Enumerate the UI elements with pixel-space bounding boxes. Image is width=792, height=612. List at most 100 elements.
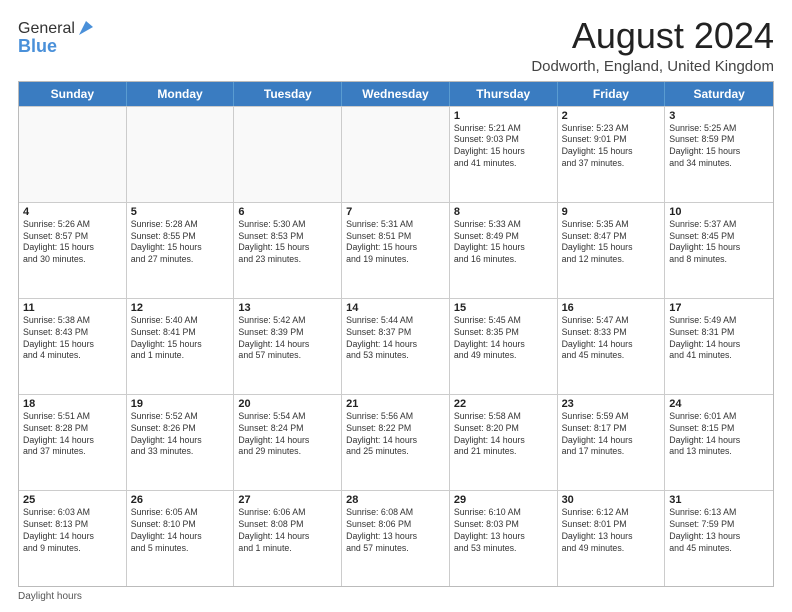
cell-sun-info: Sunrise: 5:38 AM Sunset: 8:43 PM Dayligh… — [23, 315, 122, 363]
day-number: 3 — [669, 110, 769, 122]
day-number: 28 — [346, 494, 445, 506]
cell-sun-info: Sunrise: 6:13 AM Sunset: 7:59 PM Dayligh… — [669, 507, 769, 555]
cell-sun-info: Sunrise: 5:52 AM Sunset: 8:26 PM Dayligh… — [131, 411, 230, 459]
calendar-row: 11Sunrise: 5:38 AM Sunset: 8:43 PM Dayli… — [19, 298, 773, 394]
day-number: 12 — [131, 302, 230, 314]
calendar-cell: 15Sunrise: 5:45 AM Sunset: 8:35 PM Dayli… — [450, 299, 558, 394]
calendar-cell: 26Sunrise: 6:05 AM Sunset: 8:10 PM Dayli… — [127, 491, 235, 586]
footer-note: Daylight hours — [18, 591, 774, 602]
calendar-cell: 28Sunrise: 6:08 AM Sunset: 8:06 PM Dayli… — [342, 491, 450, 586]
calendar-cell — [342, 107, 450, 202]
day-number: 14 — [346, 302, 445, 314]
calendar-cell: 21Sunrise: 5:56 AM Sunset: 8:22 PM Dayli… — [342, 395, 450, 490]
cell-sun-info: Sunrise: 5:33 AM Sunset: 8:49 PM Dayligh… — [454, 219, 553, 267]
calendar-cell: 13Sunrise: 5:42 AM Sunset: 8:39 PM Dayli… — [234, 299, 342, 394]
calendar-header-cell: Thursday — [450, 82, 558, 106]
cell-sun-info: Sunrise: 5:45 AM Sunset: 8:35 PM Dayligh… — [454, 315, 553, 363]
calendar-cell: 17Sunrise: 5:49 AM Sunset: 8:31 PM Dayli… — [665, 299, 773, 394]
calendar-cell: 31Sunrise: 6:13 AM Sunset: 7:59 PM Dayli… — [665, 491, 773, 586]
calendar-cell — [234, 107, 342, 202]
cell-sun-info: Sunrise: 6:12 AM Sunset: 8:01 PM Dayligh… — [562, 507, 661, 555]
calendar-cell: 14Sunrise: 5:44 AM Sunset: 8:37 PM Dayli… — [342, 299, 450, 394]
daylight-label: Daylight hours — [18, 591, 82, 602]
day-number: 17 — [669, 302, 769, 314]
cell-sun-info: Sunrise: 5:58 AM Sunset: 8:20 PM Dayligh… — [454, 411, 553, 459]
cell-sun-info: Sunrise: 5:26 AM Sunset: 8:57 PM Dayligh… — [23, 219, 122, 267]
calendar-cell: 7Sunrise: 5:31 AM Sunset: 8:51 PM Daylig… — [342, 203, 450, 298]
cell-sun-info: Sunrise: 5:44 AM Sunset: 8:37 PM Dayligh… — [346, 315, 445, 363]
cell-sun-info: Sunrise: 5:49 AM Sunset: 8:31 PM Dayligh… — [669, 315, 769, 363]
day-number: 21 — [346, 398, 445, 410]
calendar-header: SundayMondayTuesdayWednesdayThursdayFrid… — [19, 82, 773, 106]
day-number: 7 — [346, 206, 445, 218]
cell-sun-info: Sunrise: 5:30 AM Sunset: 8:53 PM Dayligh… — [238, 219, 337, 267]
day-number: 5 — [131, 206, 230, 218]
day-number: 20 — [238, 398, 337, 410]
calendar-cell: 25Sunrise: 6:03 AM Sunset: 8:13 PM Dayli… — [19, 491, 127, 586]
calendar-cell: 2Sunrise: 5:23 AM Sunset: 9:01 PM Daylig… — [558, 107, 666, 202]
day-number: 18 — [23, 398, 122, 410]
cell-sun-info: Sunrise: 6:10 AM Sunset: 8:03 PM Dayligh… — [454, 507, 553, 555]
day-number: 25 — [23, 494, 122, 506]
calendar-cell: 3Sunrise: 5:25 AM Sunset: 8:59 PM Daylig… — [665, 107, 773, 202]
calendar-cell: 18Sunrise: 5:51 AM Sunset: 8:28 PM Dayli… — [19, 395, 127, 490]
header: General Blue August 2024 Dodworth, Engla… — [18, 16, 774, 75]
title-block: August 2024 Dodworth, England, United Ki… — [531, 16, 774, 75]
calendar-header-cell: Friday — [558, 82, 666, 106]
calendar-cell: 6Sunrise: 5:30 AM Sunset: 8:53 PM Daylig… — [234, 203, 342, 298]
cell-sun-info: Sunrise: 6:03 AM Sunset: 8:13 PM Dayligh… — [23, 507, 122, 555]
calendar-cell: 16Sunrise: 5:47 AM Sunset: 8:33 PM Dayli… — [558, 299, 666, 394]
day-number: 9 — [562, 206, 661, 218]
cell-sun-info: Sunrise: 6:01 AM Sunset: 8:15 PM Dayligh… — [669, 411, 769, 459]
calendar-header-cell: Wednesday — [342, 82, 450, 106]
day-number: 1 — [454, 110, 553, 122]
day-number: 26 — [131, 494, 230, 506]
calendar-header-cell: Sunday — [19, 82, 127, 106]
calendar-cell: 11Sunrise: 5:38 AM Sunset: 8:43 PM Dayli… — [19, 299, 127, 394]
day-number: 6 — [238, 206, 337, 218]
cell-sun-info: Sunrise: 5:51 AM Sunset: 8:28 PM Dayligh… — [23, 411, 122, 459]
calendar-row: 25Sunrise: 6:03 AM Sunset: 8:13 PM Dayli… — [19, 490, 773, 586]
day-number: 16 — [562, 302, 661, 314]
cell-sun-info: Sunrise: 5:56 AM Sunset: 8:22 PM Dayligh… — [346, 411, 445, 459]
calendar-cell: 20Sunrise: 5:54 AM Sunset: 8:24 PM Dayli… — [234, 395, 342, 490]
calendar-cell: 10Sunrise: 5:37 AM Sunset: 8:45 PM Dayli… — [665, 203, 773, 298]
calendar: SundayMondayTuesdayWednesdayThursdayFrid… — [18, 81, 774, 587]
calendar-cell: 8Sunrise: 5:33 AM Sunset: 8:49 PM Daylig… — [450, 203, 558, 298]
cell-sun-info: Sunrise: 5:54 AM Sunset: 8:24 PM Dayligh… — [238, 411, 337, 459]
day-number: 2 — [562, 110, 661, 122]
day-number: 29 — [454, 494, 553, 506]
day-number: 23 — [562, 398, 661, 410]
calendar-cell: 22Sunrise: 5:58 AM Sunset: 8:20 PM Dayli… — [450, 395, 558, 490]
calendar-cell: 27Sunrise: 6:06 AM Sunset: 8:08 PM Dayli… — [234, 491, 342, 586]
day-number: 19 — [131, 398, 230, 410]
calendar-row: 18Sunrise: 5:51 AM Sunset: 8:28 PM Dayli… — [19, 394, 773, 490]
cell-sun-info: Sunrise: 5:23 AM Sunset: 9:01 PM Dayligh… — [562, 123, 661, 171]
calendar-cell: 23Sunrise: 5:59 AM Sunset: 8:17 PM Dayli… — [558, 395, 666, 490]
location-subtitle: Dodworth, England, United Kingdom — [531, 58, 774, 75]
logo: General Blue — [18, 20, 95, 57]
calendar-body: 1Sunrise: 5:21 AM Sunset: 9:03 PM Daylig… — [19, 106, 773, 586]
cell-sun-info: Sunrise: 5:28 AM Sunset: 8:55 PM Dayligh… — [131, 219, 230, 267]
day-number: 4 — [23, 206, 122, 218]
calendar-cell: 9Sunrise: 5:35 AM Sunset: 8:47 PM Daylig… — [558, 203, 666, 298]
cell-sun-info: Sunrise: 6:08 AM Sunset: 8:06 PM Dayligh… — [346, 507, 445, 555]
calendar-cell: 19Sunrise: 5:52 AM Sunset: 8:26 PM Dayli… — [127, 395, 235, 490]
calendar-cell — [127, 107, 235, 202]
month-year-title: August 2024 — [531, 16, 774, 56]
cell-sun-info: Sunrise: 5:35 AM Sunset: 8:47 PM Dayligh… — [562, 219, 661, 267]
calendar-cell: 29Sunrise: 6:10 AM Sunset: 8:03 PM Dayli… — [450, 491, 558, 586]
calendar-row: 1Sunrise: 5:21 AM Sunset: 9:03 PM Daylig… — [19, 106, 773, 202]
day-number: 24 — [669, 398, 769, 410]
day-number: 27 — [238, 494, 337, 506]
calendar-cell: 5Sunrise: 5:28 AM Sunset: 8:55 PM Daylig… — [127, 203, 235, 298]
cell-sun-info: Sunrise: 5:47 AM Sunset: 8:33 PM Dayligh… — [562, 315, 661, 363]
logo-blue-text: Blue — [18, 36, 57, 57]
cell-sun-info: Sunrise: 5:59 AM Sunset: 8:17 PM Dayligh… — [562, 411, 661, 459]
calendar-cell — [19, 107, 127, 202]
calendar-cell: 1Sunrise: 5:21 AM Sunset: 9:03 PM Daylig… — [450, 107, 558, 202]
day-number: 31 — [669, 494, 769, 506]
day-number: 10 — [669, 206, 769, 218]
cell-sun-info: Sunrise: 5:40 AM Sunset: 8:41 PM Dayligh… — [131, 315, 230, 363]
cell-sun-info: Sunrise: 5:31 AM Sunset: 8:51 PM Dayligh… — [346, 219, 445, 267]
